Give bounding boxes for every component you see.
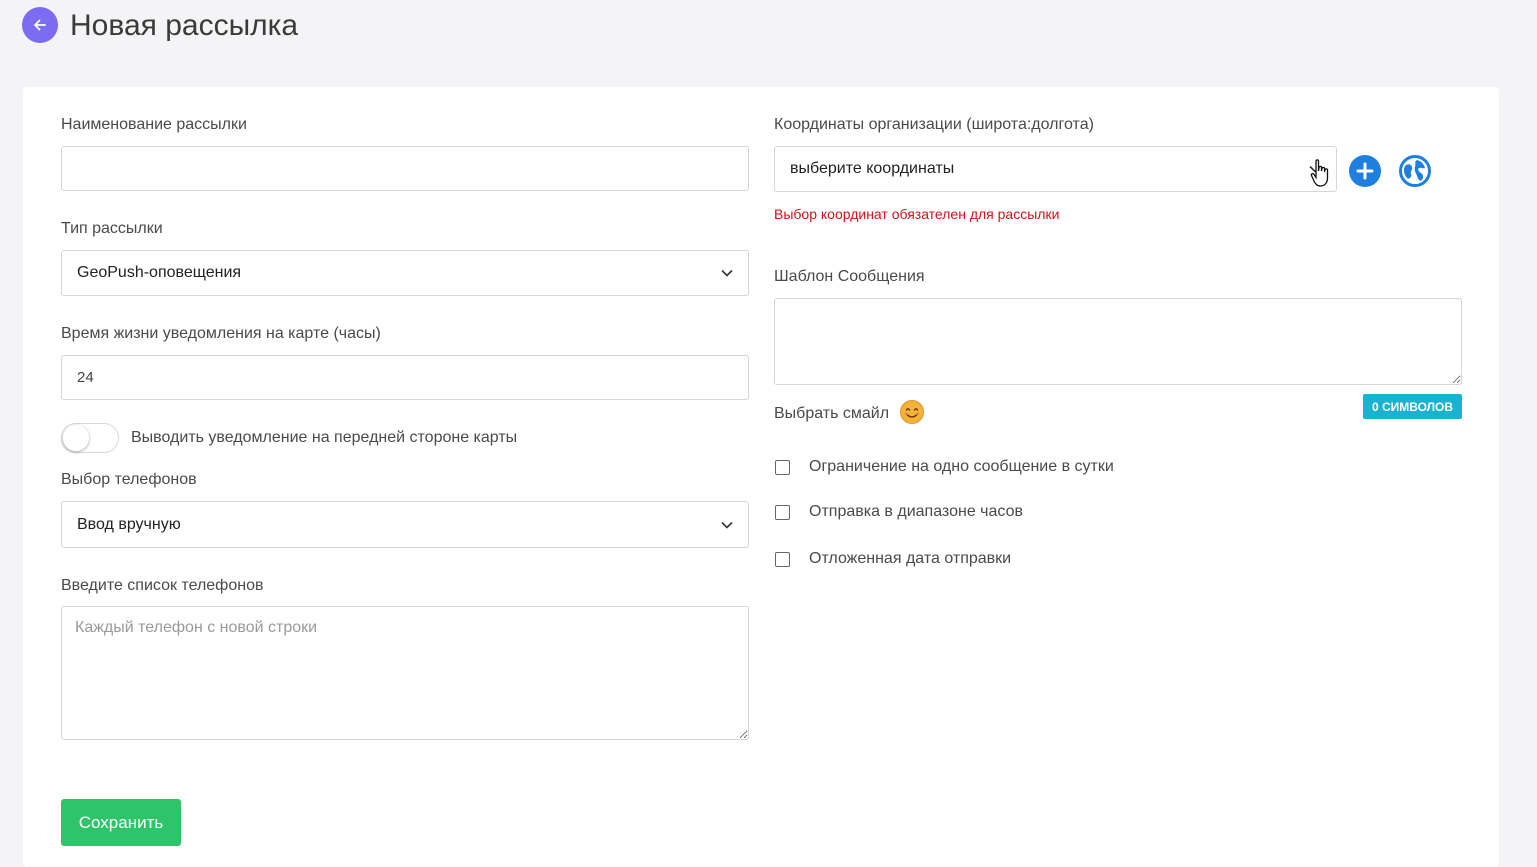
- one-per-day-label: Ограничение на одно сообщение в сутки: [809, 458, 1114, 475]
- smile-icon[interactable]: [899, 399, 925, 425]
- chevron-down-icon: [721, 269, 733, 277]
- hand-pointer-icon: [1310, 159, 1329, 187]
- coords-select-value: выберите координаты: [790, 160, 955, 177]
- chevron-down-icon: [721, 521, 733, 529]
- back-button[interactable]: [22, 7, 58, 43]
- one-per-day-checkbox[interactable]: [775, 460, 790, 475]
- arrow-left-icon: [34, 19, 46, 31]
- coords-select[interactable]: выберите координаты: [774, 146, 1337, 192]
- plus-icon: [1349, 155, 1381, 187]
- delayed-date-label: Отложенная дата отправки: [809, 550, 1012, 567]
- template-label: Шаблон Сообщения: [774, 268, 925, 285]
- hour-range-label: Отправка в диапазоне часов: [809, 503, 1023, 520]
- phones-select-value: Ввод вручную: [77, 515, 181, 533]
- phones-list-textarea[interactable]: [61, 606, 749, 740]
- page-title: Новая рассылка: [70, 9, 299, 42]
- char-count-badge: 0 СИМВОЛОВ: [1363, 394, 1462, 419]
- lifetime-input[interactable]: 24: [61, 355, 749, 400]
- globe-icon: [1399, 155, 1431, 187]
- toggle-knob: [63, 425, 89, 451]
- emoji-label: Выбрать смайл: [774, 405, 890, 422]
- lifetime-label: Время жизни уведомления на карте (часы): [61, 325, 381, 342]
- lifetime-value: 24: [77, 369, 94, 386]
- front-side-toggle[interactable]: [61, 423, 119, 453]
- phones-select[interactable]: Ввод вручную: [61, 501, 749, 548]
- delayed-date-checkbox[interactable]: [775, 552, 790, 567]
- add-coordinates-button[interactable]: [1349, 155, 1381, 187]
- map-picker-button[interactable]: [1399, 155, 1431, 187]
- type-select-value: GeoPush-оповещения: [77, 264, 242, 281]
- name-label: Наименование рассылки: [61, 116, 247, 133]
- coords-label: Координаты организации (широта:долгота): [774, 116, 1094, 133]
- template-textarea[interactable]: [774, 298, 1462, 385]
- type-label: Тип рассылки: [61, 220, 163, 237]
- phones-list-label: Введите список телефонов: [61, 577, 264, 594]
- type-select[interactable]: GeoPush-оповещения: [61, 250, 749, 296]
- front-side-toggle-label: Выводить уведомление на передней стороне…: [131, 429, 518, 446]
- coords-error-text: Выбор координат обязателен для рассылки: [774, 206, 1060, 222]
- save-button[interactable]: Сохранить: [61, 799, 181, 846]
- hour-range-checkbox[interactable]: [775, 505, 790, 520]
- name-input[interactable]: [61, 146, 749, 191]
- phones-select-label: Выбор телефонов: [61, 471, 197, 488]
- form-card: Наименование рассылки Тип рассылки GeoPu…: [23, 87, 1499, 867]
